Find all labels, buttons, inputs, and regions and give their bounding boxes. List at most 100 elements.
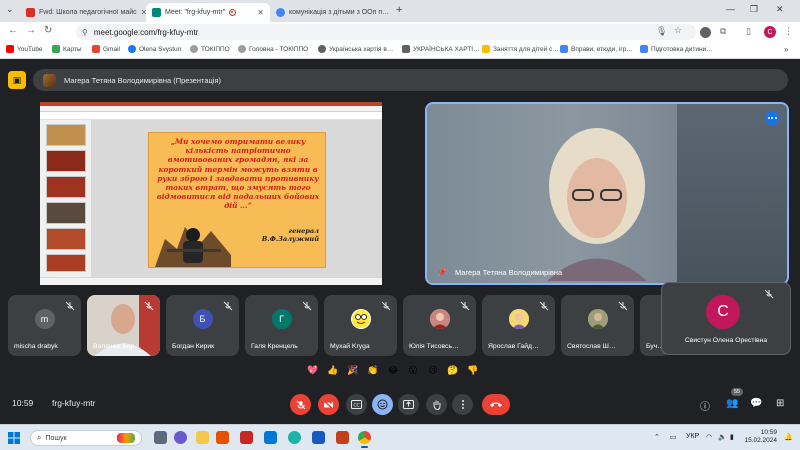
participant-name: Свистун Олена Орестівна: [684, 337, 768, 344]
reaction-heart-icon[interactable]: 💖: [306, 363, 320, 377]
app-icon[interactable]: [216, 431, 229, 444]
close-tab-icon[interactable]: ✕: [253, 8, 264, 17]
bookmark-tokippo-home[interactable]: Головна - ТОКІППО: [238, 45, 308, 53]
bookmark-charter-2[interactable]: УКРАЇНСЬКА ХАРТІ…: [402, 45, 480, 53]
tab-search-icon[interactable]: ⌄: [6, 4, 14, 15]
reaction-sad-icon[interactable]: 😢: [426, 363, 440, 377]
minimize-icon[interactable]: —: [726, 4, 735, 14]
participant-tile[interactable]: Б Богдан Кирик: [166, 295, 239, 356]
close-tab-icon[interactable]: ✕: [137, 8, 146, 17]
chrome-icon[interactable]: [358, 431, 371, 448]
bookmark-youtube[interactable]: YouTube: [6, 45, 43, 53]
app-tray-icon[interactable]: ▭: [670, 433, 677, 441]
reaction-surprised-icon[interactable]: 😮: [406, 363, 420, 377]
reload-icon[interactable]: ↻: [44, 25, 52, 36]
speaker-video-tile[interactable]: 📌 Магера Тетяна Володимирівна: [425, 102, 789, 285]
tile-more-options-button[interactable]: [765, 111, 779, 125]
present-screen-icon[interactable]: ▣: [8, 71, 26, 89]
notifications-icon[interactable]: 🔔: [784, 433, 793, 441]
wifi-icon[interactable]: ◠: [706, 433, 712, 441]
svg-text:CC: CC: [353, 403, 359, 409]
url-omnibox[interactable]: ⚲ meet.google.com/frg-kfuy-mtr: [76, 24, 696, 40]
hang-up-icon: [490, 402, 502, 407]
volume-icon[interactable]: 🔈: [718, 433, 727, 441]
file-explorer-icon[interactable]: [196, 431, 209, 444]
taskbar-search[interactable]: ⌕ Пошук: [30, 430, 142, 446]
mic-toggle-button[interactable]: [290, 394, 311, 415]
raise-hand-button[interactable]: [426, 394, 447, 415]
bookmark-tokippo[interactable]: ТОКІППО: [190, 45, 230, 53]
participant-tile[interactable]: Святослав Ш…: [561, 295, 634, 356]
back-icon[interactable]: ←: [8, 25, 18, 36]
profile-avatar[interactable]: C: [764, 26, 776, 38]
mic-icon[interactable]: 🎙: [656, 26, 667, 37]
bookmark-maps[interactable]: Карты: [52, 45, 82, 53]
bookmark-exercises[interactable]: Вправи, етюди, ігр…: [560, 45, 633, 53]
camera-toggle-button[interactable]: [318, 394, 339, 415]
app-icon[interactable]: [240, 431, 253, 444]
reaction-clap-icon[interactable]: 👏: [366, 363, 380, 377]
menu-icon[interactable]: ⋮: [784, 26, 793, 37]
close-window-icon[interactable]: ✕: [776, 4, 784, 15]
tray-overflow-icon[interactable]: ⌃: [654, 433, 660, 441]
mail-icon[interactable]: [264, 431, 277, 444]
participant-tile[interactable]: Волянюк Бор…: [87, 295, 160, 356]
leave-call-button[interactable]: [482, 394, 510, 415]
self-view-tile[interactable]: С Свистун Олена Орестівна: [661, 282, 791, 355]
bookmark-gmail[interactable]: Gmail: [92, 45, 120, 53]
meeting-info-icon[interactable]: ⓘ: [700, 398, 710, 413]
presenter-banner[interactable]: Магера Тетяна Володимирівна (Презентація…: [33, 69, 788, 91]
bookmark-lessons[interactable]: Заняття для дітей с…: [482, 45, 559, 53]
participant-tile[interactable]: Ярослав Гайд…: [482, 295, 555, 356]
reaction-thumbs-down-icon[interactable]: 👎: [466, 363, 480, 377]
people-icon[interactable]: 👥: [726, 398, 738, 409]
captions-button[interactable]: CC: [346, 394, 367, 415]
forward-icon[interactable]: →: [26, 25, 36, 36]
reaction-thinking-icon[interactable]: 🤔: [446, 363, 460, 377]
edge-icon[interactable]: [288, 431, 301, 444]
taskbar-clock[interactable]: 10:59 15.02.2024: [743, 429, 777, 445]
participant-tile[interactable]: Мухай Kryga: [324, 295, 397, 356]
close-tab-icon[interactable]: ✕: [389, 8, 392, 17]
reaction-laugh-icon[interactable]: 😂: [386, 363, 400, 377]
extension-icon[interactable]: [700, 27, 711, 38]
tab-meet[interactable]: Meet: "frg-kfuy-mtr" ✕: [146, 3, 270, 22]
language-indicator[interactable]: УКР: [686, 433, 699, 440]
mic-off-icon: [296, 400, 305, 409]
tab-gmail[interactable]: Fwd: Школа педагогічної майс ✕: [20, 3, 146, 22]
more-options-button[interactable]: [452, 394, 473, 415]
bookmarks-overflow-icon[interactable]: »: [784, 45, 788, 54]
soldier-illustration: [155, 227, 231, 267]
task-view-icon[interactable]: [154, 431, 167, 444]
shared-screen-tile[interactable]: „Ми хочемо отримати велику кількість пат…: [40, 102, 382, 285]
participant-tile[interactable]: m mischa drabyk: [8, 295, 81, 356]
word-icon[interactable]: [312, 431, 325, 444]
extensions-puzzle-icon[interactable]: ⧉: [720, 26, 726, 37]
tab-google-search[interactable]: комунікація з дітьми з ООп п… ✕: [270, 3, 392, 22]
reaction-party-icon[interactable]: 🎉: [346, 363, 360, 377]
avatar: [350, 309, 371, 329]
windows-start-icon[interactable]: [8, 432, 20, 444]
emoji-reactions-button[interactable]: [372, 394, 393, 415]
bookmark-star-icon[interactable]: ☆: [674, 25, 682, 36]
side-panel-icon[interactable]: ▯: [746, 26, 751, 37]
chat-icon[interactable]: 💬: [750, 398, 762, 409]
activities-icon[interactable]: ⊞: [776, 398, 784, 409]
maximize-icon[interactable]: ❐: [750, 4, 758, 15]
bookmark-facebook[interactable]: Olena Svystun: [128, 45, 181, 53]
participant-tile[interactable]: Юлія Тисовсь…: [403, 295, 476, 356]
reaction-thumbs-up-icon[interactable]: 👍: [326, 363, 340, 377]
participant-tile[interactable]: Г Галя Кренцель: [245, 295, 318, 356]
present-now-button[interactable]: [398, 394, 419, 415]
battery-icon[interactable]: ▮: [730, 433, 734, 441]
new-tab-button[interactable]: +: [396, 4, 402, 16]
bookmark-preparation[interactable]: Підготовка дитини…: [640, 45, 713, 53]
copilot-icon[interactable]: [174, 431, 187, 444]
browser-tab-bar: ⌄ Fwd: Школа педагогічної майс ✕ Meet: "…: [0, 0, 800, 22]
pin-icon[interactable]: 📌: [437, 268, 447, 277]
bookmark-charter[interactable]: Українська хартія в…: [318, 45, 393, 53]
powerpoint-icon[interactable]: [336, 431, 349, 444]
site-info-icon[interactable]: ⚲: [82, 28, 88, 37]
photo-avatar-icon: [429, 309, 450, 329]
slide-canvas: „Ми хочемо отримати велику кількість пат…: [92, 120, 382, 277]
